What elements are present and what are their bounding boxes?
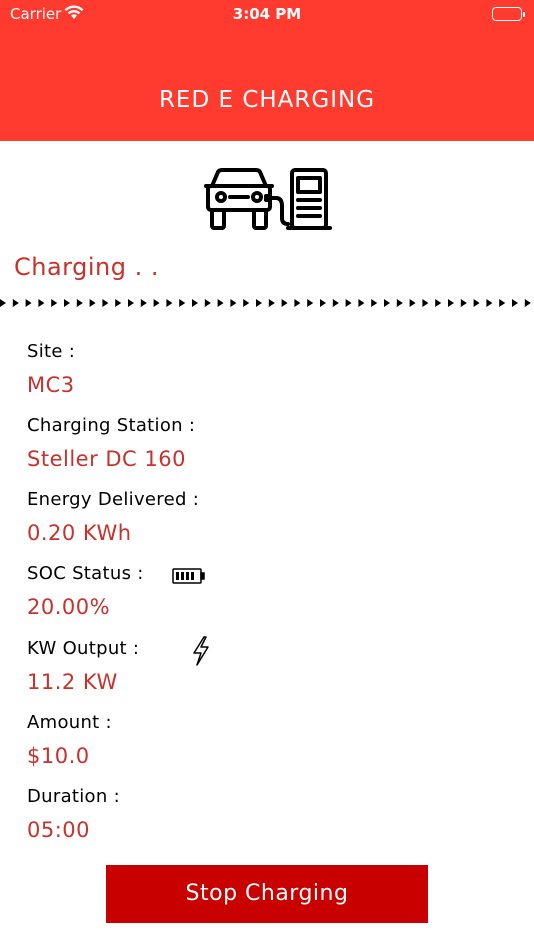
amount-label: Amount :: [27, 712, 112, 733]
app-header: Carrier 3:04 PM RED E CHARGING: [0, 0, 534, 141]
divider-arrow: [89, 299, 96, 307]
divider-arrow: [512, 299, 518, 307]
kw-output-label: KW Output :: [27, 638, 140, 659]
soc-status-value: 20.00%: [27, 595, 111, 619]
divider-arrow: [409, 299, 416, 307]
divider-arrow: [166, 299, 173, 307]
divider-arrow: [51, 299, 58, 307]
divider-arrow: [243, 299, 250, 307]
divider-arrow: [0, 299, 6, 307]
divider-arrow: [256, 299, 262, 307]
app-title: RED E CHARGING: [158, 87, 376, 113]
charging-station-label: Charging Station :: [27, 415, 196, 436]
divider-arrow: [204, 299, 211, 307]
divider-arrow: [460, 299, 467, 307]
divider-arrow: [396, 299, 403, 307]
site-value: MC3: [27, 373, 75, 397]
divider-arrow: [294, 299, 301, 307]
clock: 3:04 PM: [232, 5, 302, 23]
energy-delivered-value: 0.20 KWh: [27, 521, 132, 545]
charging-status-text: Charging . .: [14, 253, 159, 281]
divider-arrow: [25, 299, 32, 307]
divider-arrow: [499, 299, 506, 307]
duration-label: Duration :: [27, 786, 120, 807]
duration-value: 05:00: [27, 818, 91, 842]
ev-station-icon: [204, 164, 332, 236]
divider-arrow: [115, 299, 122, 307]
charging-station-value: Steller DC 160: [27, 447, 186, 471]
divider-arrow: [153, 299, 160, 307]
site-label: Site :: [27, 341, 76, 362]
divider-arrow: [76, 299, 83, 307]
divider-arrow: [358, 299, 365, 307]
divider-arrow: [230, 299, 237, 307]
divider-arrow: [448, 299, 454, 307]
divider-arrow: [435, 299, 442, 307]
soc-status-label: SOC Status :: [27, 563, 144, 584]
kw-output-value: 11.2 KW: [27, 670, 118, 694]
battery-icon: [492, 7, 525, 21]
energy-delivered-label: Energy Delivered :: [27, 489, 200, 510]
divider-arrow: [140, 299, 147, 307]
divider-arrow: [281, 299, 288, 307]
divider-arrow: [268, 299, 275, 307]
stop-charging-button[interactable]: Stop Charging: [106, 865, 428, 923]
status-bar: Carrier 3:04 PM: [0, 0, 534, 28]
divider-arrow: [38, 299, 45, 307]
arrow-divider: [0, 295, 534, 309]
divider-arrow: [384, 299, 390, 307]
amount-value: $10.0: [27, 744, 90, 768]
divider-arrow: [371, 299, 378, 307]
divider-arrow: [12, 299, 19, 307]
divider-arrow: [320, 299, 326, 307]
divider-arrow: [473, 299, 480, 307]
soc-battery-icon: [172, 568, 206, 584]
lightning-bolt-icon: [190, 635, 212, 667]
divider-arrow: [217, 299, 224, 307]
divider-arrow: [102, 299, 109, 307]
divider-arrow: [524, 299, 531, 307]
divider-arrow: [64, 299, 70, 307]
divider-arrow: [128, 299, 134, 307]
divider-arrow: [332, 299, 339, 307]
divider-arrow: [422, 299, 429, 307]
divider-arrow: [486, 299, 493, 307]
divider-arrow: [192, 299, 198, 307]
divider-arrow: [179, 299, 186, 307]
divider-arrow: [345, 299, 352, 307]
divider-arrow: [307, 299, 314, 307]
